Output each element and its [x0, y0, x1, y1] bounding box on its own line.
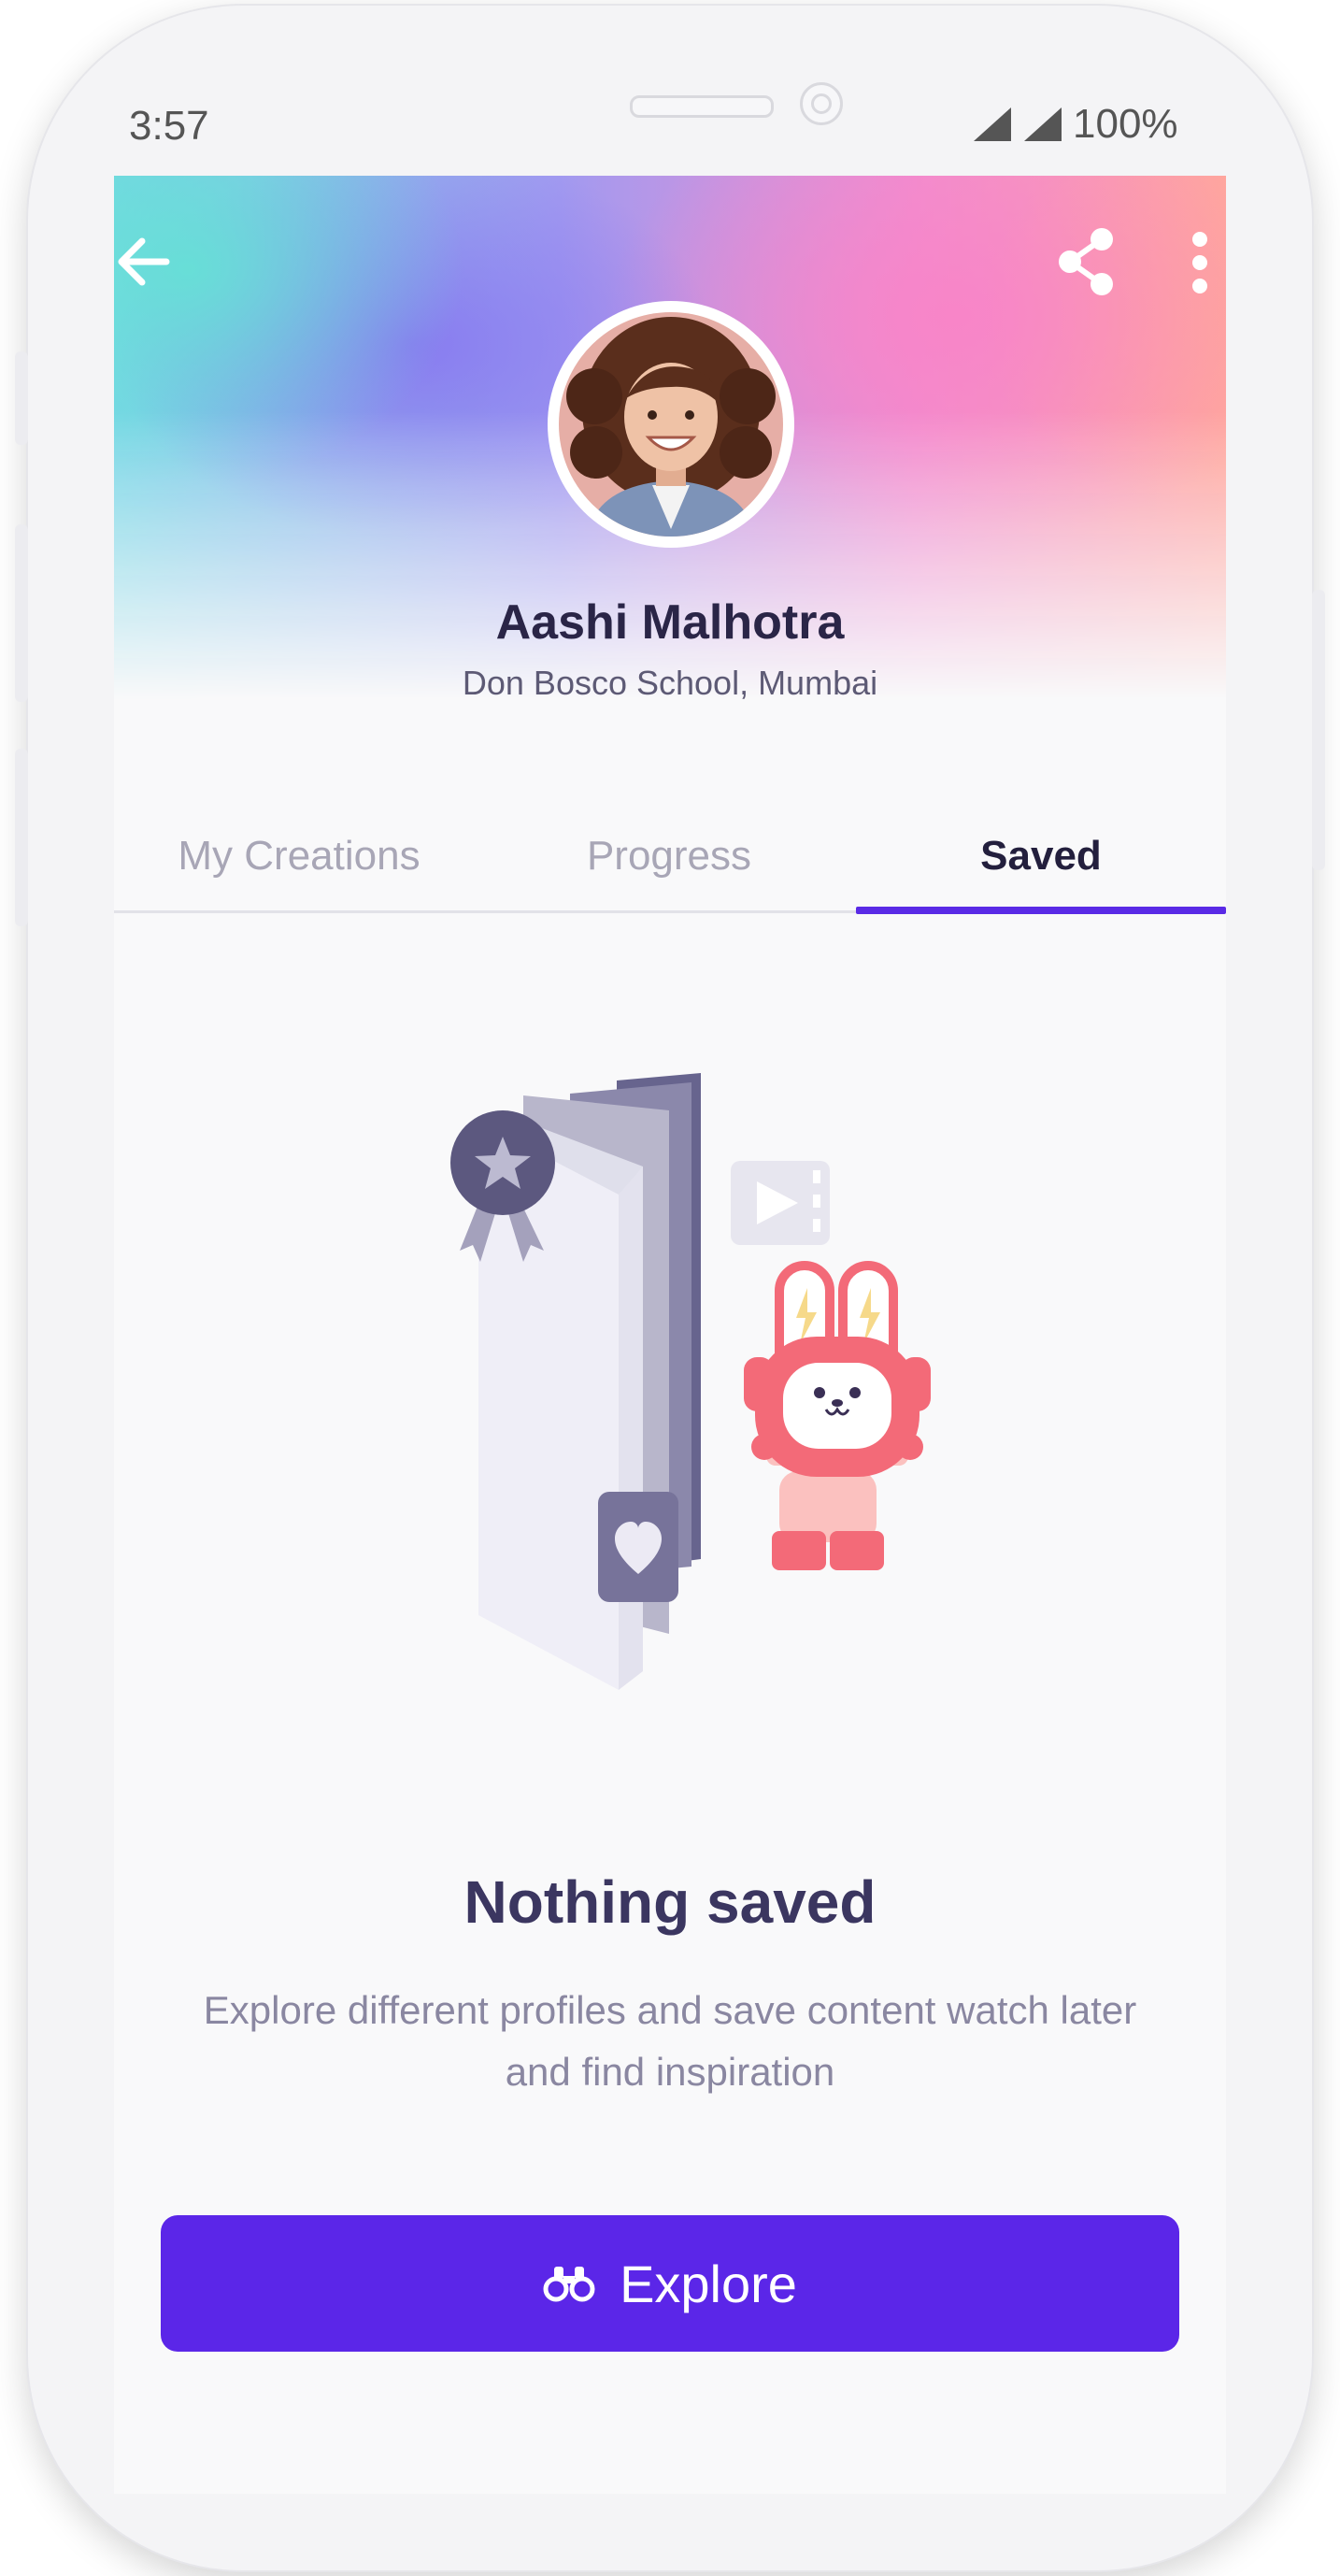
battery-level: 100%: [1073, 101, 1178, 147]
explore-button[interactable]: Explore: [161, 2215, 1179, 2352]
heart-card-illustration: [598, 1492, 678, 1602]
status-icons: 100%: [972, 101, 1178, 148]
empty-saved-illustration: [450, 1073, 931, 1690]
tab-my-creations[interactable]: My Creations: [114, 821, 484, 910]
more-options-button[interactable]: [1181, 226, 1219, 299]
app-screen: Aashi Malhotra Don Bosco School, Mumbai …: [114, 176, 1226, 2494]
explore-button-label: Explore: [620, 2254, 797, 2313]
profile-avatar: [548, 301, 794, 548]
more-vertical-icon: [1192, 232, 1207, 293]
signal-icon: [1024, 107, 1062, 141]
tab-progress[interactable]: Progress: [484, 821, 854, 910]
signal-icon: [974, 107, 1011, 141]
share-icon: [1059, 228, 1113, 295]
phone-power-button: [1312, 590, 1325, 870]
empty-state-description: Explore different profiles and save cont…: [203, 1988, 1137, 2094]
profile-name: Aashi Malhotra: [495, 595, 845, 650]
avatar-photo: [559, 312, 783, 537]
status-time: 3:57: [129, 103, 209, 149]
bunny-mascot-illustration: [744, 1261, 931, 1570]
phone-volume-up-button: [15, 524, 28, 702]
phone-camera: [800, 82, 843, 125]
arrow-left-icon: [118, 237, 170, 286]
phone-side-button: [15, 351, 28, 445]
phone-volume-down-button: [15, 749, 28, 926]
active-tab-indicator: [856, 907, 1226, 914]
back-button[interactable]: [114, 232, 174, 292]
binoculars-icon: [543, 2267, 595, 2302]
tab-saved[interactable]: Saved: [856, 821, 1226, 910]
profile-school: Don Bosco School, Mumbai: [462, 664, 878, 702]
phone-speaker: [630, 95, 774, 118]
empty-state-title: Nothing saved: [463, 1868, 877, 1936]
profile-tabs: My Creations Progress Saved: [114, 821, 1226, 913]
share-button[interactable]: [1050, 224, 1121, 299]
video-card-illustration: [731, 1161, 830, 1245]
